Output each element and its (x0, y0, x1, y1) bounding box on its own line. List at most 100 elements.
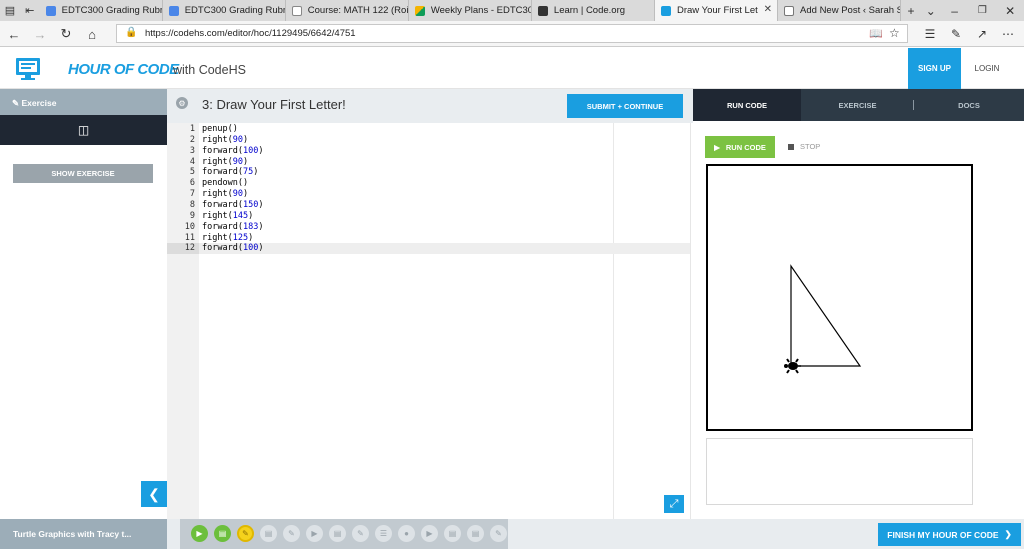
exercise-title: 3: Draw Your First Letter! (202, 97, 346, 112)
forward-icon[interactable]: → (30, 25, 50, 43)
browser-tab[interactable]: Weekly Plans - EDTC30 (409, 0, 532, 21)
browser-tab[interactable]: EDTC300 Grading Rubr (40, 0, 163, 21)
share-icon[interactable]: ↗ (972, 25, 992, 43)
stop-button[interactable]: STOP (788, 142, 820, 151)
triangle-path (790, 264, 862, 367)
tab-manager-icon[interactable]: ▤ (0, 0, 20, 21)
sign-up-button[interactable]: SIGN UP (908, 48, 961, 89)
refresh-icon[interactable]: ↻ (56, 25, 76, 43)
tab-back-icon[interactable]: ⇤ (20, 0, 40, 21)
video-icon[interactable]: ▶ (306, 525, 323, 542)
video-icon[interactable]: ▶ (191, 525, 208, 542)
browser-tab[interactable]: Course: MATH 122 (Roi (286, 0, 409, 21)
circle-icon[interactable]: ● (398, 525, 415, 542)
maximize-icon[interactable]: ❐ (969, 0, 997, 21)
document-icon[interactable]: ▤ (444, 525, 461, 542)
run-code-button[interactable]: ▶ RUN CODE (705, 136, 775, 158)
show-exercise-button[interactable]: SHOW EXERCISE (13, 164, 153, 183)
expand-editor-button[interactable]: ⤢ (664, 495, 684, 513)
code-paren: ) (248, 233, 254, 243)
code-function: right( (202, 157, 233, 167)
code-editor[interactable] (199, 123, 691, 519)
code-line[interactable]: right(145) (202, 211, 253, 221)
code-function: forward( (202, 222, 243, 232)
turtle-drawing (784, 264, 862, 374)
codehs-icon (660, 5, 671, 16)
code-argument: 90 (232, 189, 243, 199)
reading-view-icon[interactable]: 📖 (869, 27, 883, 40)
pencil-icon[interactable]: ✎ (352, 525, 369, 542)
code-line[interactable]: forward(183) (202, 222, 263, 232)
url-input[interactable]: 🔒 https://codehs.com/editor/hoc/1129495/… (116, 24, 908, 43)
code-argument: 150 (242, 200, 259, 210)
code-line[interactable]: right(90) (202, 189, 248, 199)
document-icon[interactable]: ▤ (329, 525, 346, 542)
finish-hour-of-code-button[interactable]: FINISH MY HOUR OF CODE ❯ (878, 523, 1021, 546)
minimize-icon[interactable]: – (941, 0, 969, 21)
tab-exercise[interactable]: EXERCISE (801, 89, 914, 121)
new-tab-icon[interactable]: + (901, 0, 921, 21)
print-margin (613, 123, 614, 519)
lesson-title[interactable]: Turtle Graphics with Tracy t... (0, 519, 167, 549)
code-paren: ) (242, 178, 249, 188)
active-line (199, 243, 690, 254)
video-icon[interactable]: ▶ (421, 525, 438, 542)
back-icon[interactable]: ← (4, 25, 24, 43)
home-icon[interactable]: ⌂ (82, 25, 102, 43)
tab-docs[interactable]: DOCS (914, 89, 1024, 121)
code-line[interactable]: forward(150) (202, 200, 263, 210)
code-line[interactable]: right(90) (202, 135, 248, 145)
chevron-down-icon[interactable]: ⌄ (921, 0, 941, 21)
pen-icon[interactable]: ✎ (946, 25, 966, 43)
line-number: 6 (189, 178, 195, 188)
map-button[interactable]: ◫ (0, 115, 167, 145)
code-function: forward( (202, 200, 243, 210)
docs-icon (168, 5, 179, 16)
code-line[interactable]: pendown() (202, 178, 248, 188)
submit-continue-button[interactable]: SUBMIT + CONTINUE (567, 94, 683, 118)
document-icon[interactable]: ▤ (260, 525, 277, 542)
code-argument: 145 (232, 211, 249, 221)
code-line[interactable]: forward(100) (202, 243, 263, 253)
code-line[interactable]: right(90) (202, 157, 248, 167)
code-line[interactable]: forward(75) (202, 167, 258, 177)
list-icon[interactable]: ☰ (375, 525, 392, 542)
code-function: penup( (202, 124, 233, 134)
tab-run-code[interactable]: RUN CODE (693, 89, 801, 121)
browser-tab[interactable]: EDTC300 Grading Rubr (163, 0, 286, 21)
favorites-hub-icon[interactable]: ☰ (920, 25, 940, 43)
turtle-canvas (706, 164, 973, 431)
code-function: pendown( (202, 178, 243, 188)
lock-icon: 🔒 (125, 27, 138, 38)
settings-gear-icon[interactable]: ⚙ (176, 97, 188, 109)
code-argument: 75 (242, 167, 254, 177)
code-paren: ) (242, 157, 249, 167)
more-icon[interactable]: ⋯ (998, 25, 1018, 43)
code-line[interactable]: right(125) (202, 233, 253, 243)
site-header: HOUR OF CODE with CodeHS (0, 48, 1024, 89)
browser-tab-active[interactable]: Draw Your First Let ✕ (654, 0, 779, 21)
page-icon (291, 5, 302, 16)
browser-tab[interactable]: Learn | Code.org (532, 0, 655, 21)
line-number: 1 (189, 124, 195, 134)
line-number: 5 (189, 167, 195, 177)
browser-tab[interactable]: Add New Post ‹ Sarah S (778, 0, 902, 21)
code-line[interactable]: forward(100) (202, 146, 263, 156)
line-number: 9 (189, 211, 195, 221)
close-window-icon[interactable]: ✕ (996, 0, 1024, 21)
pencil-icon[interactable]: ✎ (283, 525, 300, 542)
document-icon[interactable]: ▤ (214, 525, 231, 542)
computer-logo-icon (14, 55, 42, 83)
logo-title[interactable]: HOUR OF CODE (68, 61, 179, 78)
collapse-sidebar-button[interactable]: ❮ (141, 481, 167, 507)
output-console (706, 438, 973, 505)
pencil-icon[interactable]: ✎ (490, 525, 507, 542)
close-tab-icon[interactable]: ✕ (764, 4, 772, 15)
favorite-star-icon[interactable]: ☆ (889, 26, 900, 40)
document-icon[interactable]: ▤ (467, 525, 484, 542)
pencil-icon[interactable]: ✎ (237, 525, 254, 542)
login-button[interactable]: LOGIN (961, 48, 1013, 89)
code-line[interactable]: penup() (202, 124, 238, 134)
play-icon: ▶ (714, 142, 720, 152)
code-argument: 125 (232, 233, 249, 243)
